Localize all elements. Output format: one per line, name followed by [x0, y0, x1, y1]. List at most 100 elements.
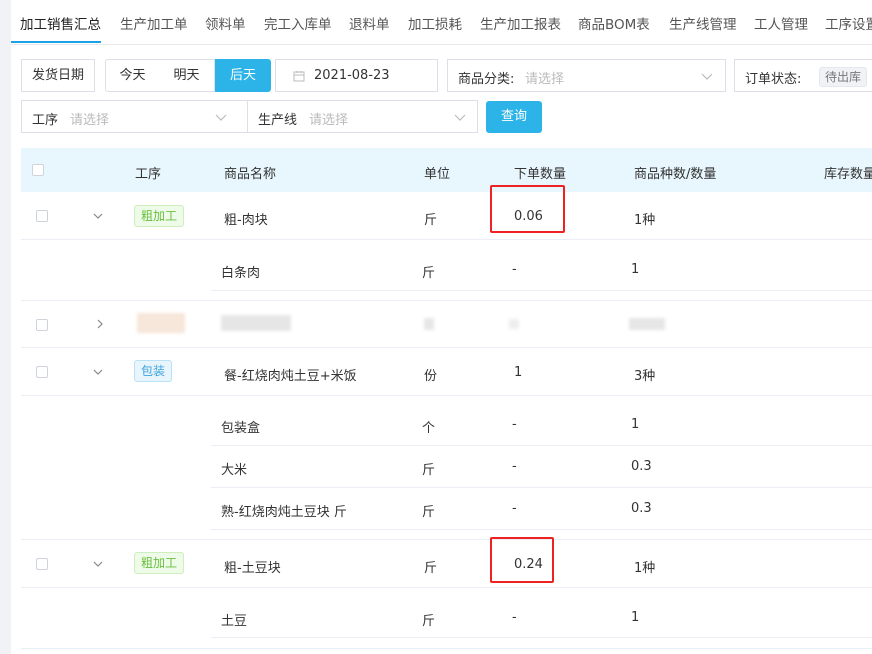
- row-divider: [21, 587, 872, 588]
- row-checkbox[interactable]: [36, 319, 48, 331]
- tab-bar: 加工销售汇总 生产加工单 领料单 完工入库单 退料单 加工损耗 生产加工报表 商…: [11, 0, 872, 45]
- material-qty: 1: [631, 417, 640, 432]
- order-qty: -: [512, 501, 517, 516]
- process-tag: 包装: [134, 360, 173, 382]
- order-status-label: 订单状态:: [745, 72, 802, 87]
- material-name: 熟-红烧肉炖土豆块 斤: [221, 505, 347, 520]
- order-qty: -: [512, 610, 517, 625]
- chevron-down-icon: [701, 73, 713, 80]
- row-divider: [21, 648, 872, 649]
- kinds-qty: 1种: [634, 213, 656, 228]
- category-select[interactable]: 商品分类: 请选择: [447, 59, 726, 92]
- chevron-down-icon: [454, 114, 466, 121]
- date-picker[interactable]: 2021-08-23: [275, 59, 438, 92]
- header-order-qty: 下单数量: [514, 167, 567, 182]
- tab-production-order[interactable]: 生产加工单: [120, 13, 188, 33]
- unit: 斤: [424, 561, 438, 576]
- production-line-placeholder: 请选择: [309, 113, 349, 128]
- product-name: 餐-红烧肉炖土豆+米饭: [224, 369, 357, 384]
- unit: 斤: [422, 614, 436, 629]
- unit: 个: [422, 421, 436, 436]
- unit: 斤: [424, 213, 438, 228]
- redacted-name: [221, 315, 291, 331]
- row-checkbox[interactable]: [36, 558, 48, 570]
- row-divider: [21, 539, 872, 540]
- row-divider: [211, 529, 872, 530]
- kinds-qty: 1种: [634, 561, 656, 576]
- process-label: 工序: [32, 113, 59, 128]
- process-select[interactable]: 工序 请选择: [21, 100, 248, 133]
- material-qty: 0.3: [631, 501, 652, 516]
- header-unit: 单位: [424, 167, 451, 182]
- order-qty: 1: [514, 365, 523, 380]
- unit: 斤: [422, 266, 436, 281]
- tab-return-material[interactable]: 退料单: [349, 13, 390, 33]
- row-divider: [21, 239, 872, 240]
- production-line-select[interactable]: 生产线 请选择: [247, 100, 478, 133]
- category-placeholder: 请选择: [525, 72, 565, 87]
- header-kinds-qty: 商品种数/数量: [634, 167, 717, 182]
- tab-process-settings[interactable]: 工序设置: [825, 13, 872, 33]
- row-divider: [211, 487, 872, 488]
- kinds-qty: 3种: [634, 369, 656, 384]
- chevron-down-icon[interactable]: [92, 210, 104, 222]
- highlight-box: [490, 185, 565, 233]
- tomorrow-button[interactable]: 明天: [159, 59, 215, 92]
- row-divider: [21, 395, 872, 396]
- row-checkbox[interactable]: [36, 366, 48, 378]
- select-all-checkbox[interactable]: [32, 164, 44, 176]
- row-checkbox[interactable]: [36, 210, 48, 222]
- tab-picking-list[interactable]: 领料单: [205, 13, 246, 33]
- process-placeholder: 请选择: [70, 113, 110, 128]
- day-after-button[interactable]: 后天: [215, 59, 271, 92]
- material-name: 白条肉: [221, 266, 261, 281]
- redacted-tag: [137, 313, 185, 333]
- tab-product-bom[interactable]: 商品BOM表: [578, 13, 650, 33]
- row-divider: [21, 300, 872, 301]
- tab-production-report[interactable]: 生产加工报表: [480, 13, 561, 33]
- date-value: 2021-08-23: [314, 68, 390, 83]
- redacted-qty: [509, 319, 519, 329]
- chevron-right-icon[interactable]: [94, 318, 106, 330]
- chevron-down-icon: [215, 114, 227, 121]
- redacted-unit: [424, 318, 434, 330]
- order-status-tag[interactable]: 待出库: [819, 67, 868, 87]
- unit: 份: [424, 369, 438, 384]
- highlight-box: [490, 537, 554, 583]
- today-button[interactable]: 今天: [105, 59, 160, 92]
- redacted-kinds: [629, 318, 665, 330]
- tab-worker-management[interactable]: 工人管理: [754, 13, 808, 33]
- chevron-down-icon[interactable]: [92, 558, 104, 570]
- product-name: 粗-土豆块: [224, 561, 281, 576]
- order-qty: -: [512, 262, 517, 277]
- tab-line-management[interactable]: 生产线管理: [669, 13, 737, 33]
- material-name: 包装盒: [221, 421, 261, 436]
- process-tag: 粗加工: [134, 205, 185, 227]
- material-qty: 0.3: [631, 459, 652, 474]
- process-tag: 粗加工: [134, 552, 185, 574]
- chevron-down-icon[interactable]: [92, 366, 104, 378]
- material-name: 大米: [221, 463, 248, 478]
- row-divider: [211, 290, 872, 291]
- order-qty: -: [512, 459, 517, 474]
- tab-processing-loss[interactable]: 加工损耗: [408, 13, 462, 33]
- category-label: 商品分类:: [458, 72, 515, 87]
- order-qty: -: [512, 417, 517, 432]
- material-qty: 1: [631, 610, 640, 625]
- query-button[interactable]: 查询: [486, 101, 542, 133]
- page: 加工销售汇总 生产加工单 领料单 完工入库单 退料单 加工损耗 生产加工报表 商…: [11, 0, 872, 654]
- row-divider: [21, 347, 872, 348]
- table-header: 工序 商品名称 单位 下单数量 商品种数/数量 库存数量: [21, 148, 872, 192]
- calendar-icon: [293, 71, 305, 82]
- header-process: 工序: [135, 167, 162, 182]
- row-divider: [211, 637, 872, 638]
- unit: 斤: [422, 505, 436, 520]
- material-qty: 1: [631, 262, 640, 277]
- unit: 斤: [422, 463, 436, 478]
- tab-finished-storage[interactable]: 完工入库单: [264, 13, 332, 33]
- product-name: 粗-肉块: [224, 213, 268, 228]
- order-status-select[interactable]: 订单状态: 待出库: [734, 59, 872, 92]
- production-line-label: 生产线: [258, 113, 298, 128]
- tab-sales-summary[interactable]: 加工销售汇总: [20, 13, 101, 33]
- ship-date-button[interactable]: 发货日期: [21, 59, 95, 92]
